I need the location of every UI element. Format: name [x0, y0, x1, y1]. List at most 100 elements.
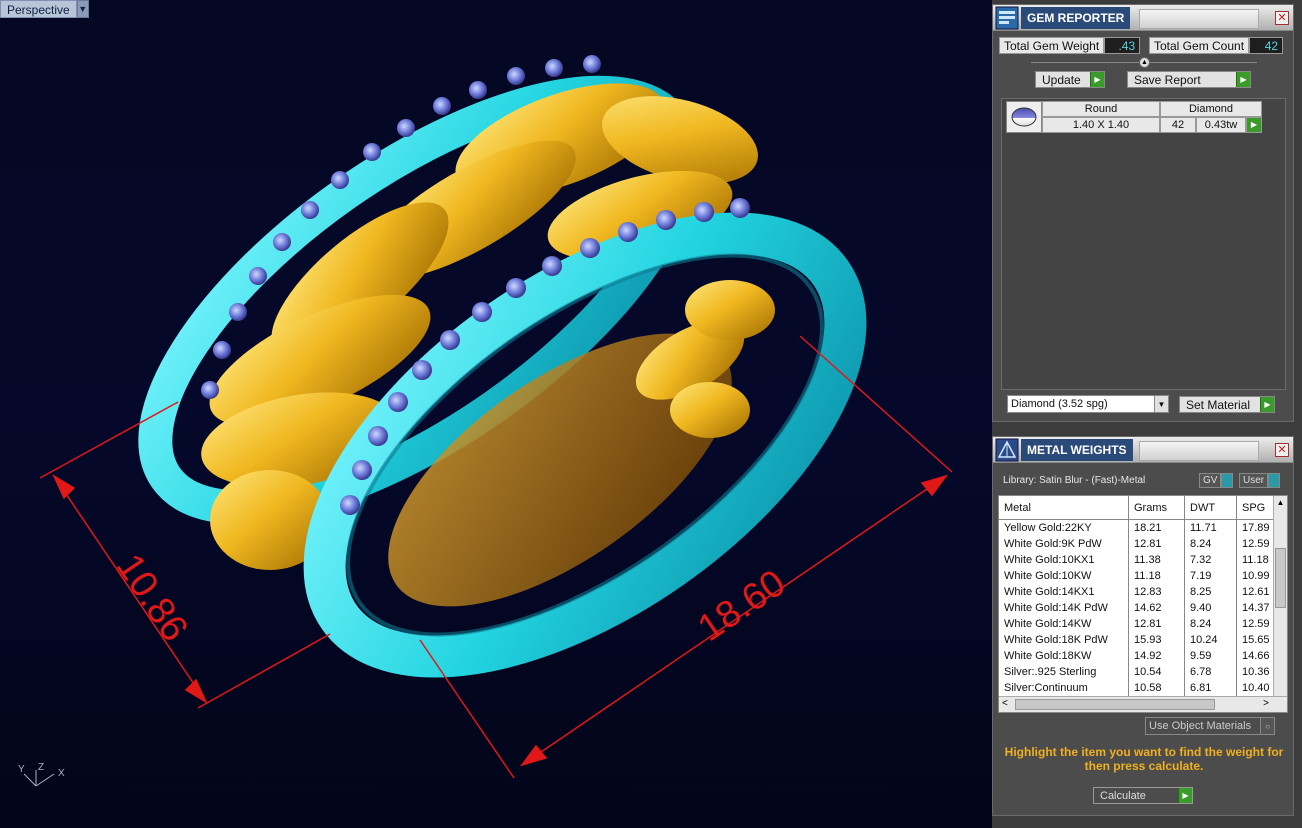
- gem-reporter-titlebar[interactable]: GEM REPORTER ✕: [993, 5, 1293, 31]
- table-row[interactable]: White Gold:14KX1 12.83 8.25 12.61: [999, 584, 1287, 600]
- table-row[interactable]: White Gold:18K PdW 15.93 10.24 15.65: [999, 632, 1287, 648]
- viewport-menu-arrow-icon[interactable]: ▼: [76, 0, 89, 18]
- scroll-left-icon[interactable]: <: [1002, 698, 1008, 709]
- table-cell: White Gold:10KX1: [999, 552, 1129, 568]
- gem-shape: Round: [1042, 101, 1160, 117]
- gem-reporter-title-tab: [1139, 9, 1259, 29]
- table-cell: White Gold:14K PdW: [999, 600, 1129, 616]
- chevron-down-icon[interactable]: ▼: [1154, 396, 1168, 412]
- vertical-scrollbar[interactable]: ▲: [1273, 496, 1287, 698]
- table-cell: Silver:.925 Sterling: [999, 664, 1129, 680]
- table-cell: 12.81: [1129, 616, 1185, 632]
- dimension-height: 10.86: [108, 547, 196, 649]
- total-count-field: Total Gem Count 42: [1149, 37, 1284, 54]
- play-arrow-icon: ▶: [1260, 397, 1274, 412]
- scrollbar-thumb[interactable]: [1275, 548, 1286, 608]
- table-cell: White Gold:10KW: [999, 568, 1129, 584]
- gem-reporter-title: GEM REPORTER: [1021, 6, 1131, 29]
- column-header[interactable]: Grams: [1129, 496, 1185, 519]
- set-material-button[interactable]: Set Material ▶: [1179, 396, 1275, 413]
- scroll-up-icon[interactable]: ▲: [1274, 496, 1287, 510]
- table-row[interactable]: White Gold:10KW 11.18 7.19 10.99: [999, 568, 1287, 584]
- column-header[interactable]: Metal: [999, 496, 1129, 519]
- perspective-viewport[interactable]: Perspective ▼ 10.86 18.60 Y Z X: [0, 0, 992, 828]
- play-arrow-icon[interactable]: ▶: [1246, 117, 1262, 133]
- table-cell: 14.92: [1129, 648, 1185, 664]
- axis-z-label: Z: [38, 762, 44, 773]
- table-row[interactable]: White Gold:14KW 12.81 8.24 12.59: [999, 616, 1287, 632]
- calculate-button-label: Calculate: [1100, 790, 1146, 802]
- table-cell: 7.32: [1185, 552, 1237, 568]
- gem-list[interactable]: Round Diamond 1.40 X 1.40 42 0.43tw ▶: [1001, 98, 1286, 390]
- table-row[interactable]: Silver:Continuum 10.58 6.81 10.40: [999, 680, 1287, 696]
- table-cell: 12.81: [1129, 536, 1185, 552]
- slider-handle-icon[interactable]: ▲: [1139, 57, 1150, 68]
- play-arrow-icon: ▶: [1090, 72, 1104, 87]
- table-cell: 10.36: [1237, 664, 1275, 680]
- close-icon[interactable]: ✕: [1275, 443, 1289, 457]
- table-cell: 10.24: [1185, 632, 1237, 648]
- table-cell: Yellow Gold:22KY: [999, 520, 1129, 536]
- round-gem-icon: [1006, 101, 1042, 133]
- radio-icon: ○: [1260, 718, 1274, 734]
- ring-model: 10.86 18.60: [39, 55, 953, 779]
- user-toggle[interactable]: User: [1239, 473, 1281, 488]
- column-header[interactable]: SPG: [1237, 496, 1275, 519]
- table-cell: White Gold:9K PdW: [999, 536, 1129, 552]
- table-cell: 9.59: [1185, 648, 1237, 664]
- use-object-materials-label: Use Object Materials: [1149, 720, 1252, 732]
- table-cell: 12.59: [1237, 616, 1275, 632]
- metal-table[interactable]: Metal Grams DWT SPG Yellow Gold:22KY 18.2…: [998, 495, 1288, 713]
- table-cell: 11.18: [1237, 552, 1275, 568]
- update-button[interactable]: Update ▶: [1035, 71, 1105, 88]
- viewport-label[interactable]: Perspective ▼: [0, 0, 89, 18]
- toggle-knob-icon: [1268, 473, 1281, 488]
- close-icon[interactable]: ✕: [1275, 11, 1289, 25]
- table-cell: Silver:Continuum: [999, 680, 1129, 696]
- table-row[interactable]: Yellow Gold:22KY 18.21 11.71 17.89: [999, 520, 1287, 536]
- use-object-materials-toggle[interactable]: Use Object Materials ○: [1145, 717, 1275, 735]
- dimension-width: 18.60: [691, 562, 793, 650]
- table-row[interactable]: White Gold:14K PdW 14.62 9.40 14.37: [999, 600, 1287, 616]
- table-cell: 10.99: [1237, 568, 1275, 584]
- table-cell: 12.59: [1237, 536, 1275, 552]
- table-row[interactable]: Silver:.925 Sterling 10.54 6.78 10.36: [999, 664, 1287, 680]
- play-arrow-icon: ▶: [1178, 788, 1192, 803]
- gem-list-item[interactable]: Round Diamond 1.40 X 1.40 42 0.43tw ▶: [1006, 101, 1262, 133]
- table-cell: 15.65: [1237, 632, 1275, 648]
- table-cell: 7.19: [1185, 568, 1237, 584]
- column-header[interactable]: DWT: [1185, 496, 1237, 519]
- table-cell: 15.93: [1129, 632, 1185, 648]
- table-cell: 10.58: [1129, 680, 1185, 696]
- gem-reporter-icon: [995, 6, 1019, 29]
- gem-details: Round Diamond 1.40 X 1.40 42 0.43tw ▶: [1042, 101, 1262, 133]
- material-select[interactable]: Diamond (3.52 spg) ▼: [1007, 395, 1169, 413]
- scroll-right-icon[interactable]: >: [1263, 698, 1269, 709]
- horizontal-scrollbar[interactable]: < >: [999, 696, 1287, 712]
- metal-table-header: Metal Grams DWT SPG: [999, 496, 1287, 520]
- scrollbar-thumb[interactable]: [1015, 699, 1215, 710]
- table-row[interactable]: White Gold:9K PdW 12.81 8.24 12.59: [999, 536, 1287, 552]
- axis-y-label: Y: [18, 764, 25, 775]
- axis-gizmo-icon: Y Z X: [18, 762, 65, 787]
- table-cell: 11.18: [1129, 568, 1185, 584]
- calculate-button[interactable]: Calculate ▶: [1093, 787, 1193, 804]
- table-cell: 10.40: [1237, 680, 1275, 696]
- metal-weights-titlebar[interactable]: METAL WEIGHTS ✕: [993, 437, 1293, 463]
- library-label: Library: Satin Blur - (Fast)-Metal: [1003, 475, 1146, 486]
- metal-weights-panel: METAL WEIGHTS ✕ Library: Satin Blur - (F…: [992, 436, 1294, 816]
- total-weight-field: Total Gem Weight .43: [999, 37, 1141, 54]
- table-row[interactable]: White Gold:18KW 14.92 9.59 14.66: [999, 648, 1287, 664]
- table-cell: 8.24: [1185, 616, 1237, 632]
- save-report-button[interactable]: Save Report ▶: [1127, 71, 1251, 88]
- table-row[interactable]: White Gold:10KX1 11.38 7.32 11.18: [999, 552, 1287, 568]
- viewport-name[interactable]: Perspective: [0, 0, 77, 18]
- table-cell: 11.38: [1129, 552, 1185, 568]
- material-select-value: Diamond (3.52 spg): [1011, 398, 1108, 410]
- table-cell: 9.40: [1185, 600, 1237, 616]
- metal-weights-title-tab: [1139, 441, 1259, 461]
- save-report-button-label: Save Report: [1134, 73, 1201, 87]
- gv-toggle[interactable]: GV: [1199, 473, 1234, 488]
- table-cell: 14.66: [1237, 648, 1275, 664]
- user-toggle-label: User: [1239, 473, 1269, 488]
